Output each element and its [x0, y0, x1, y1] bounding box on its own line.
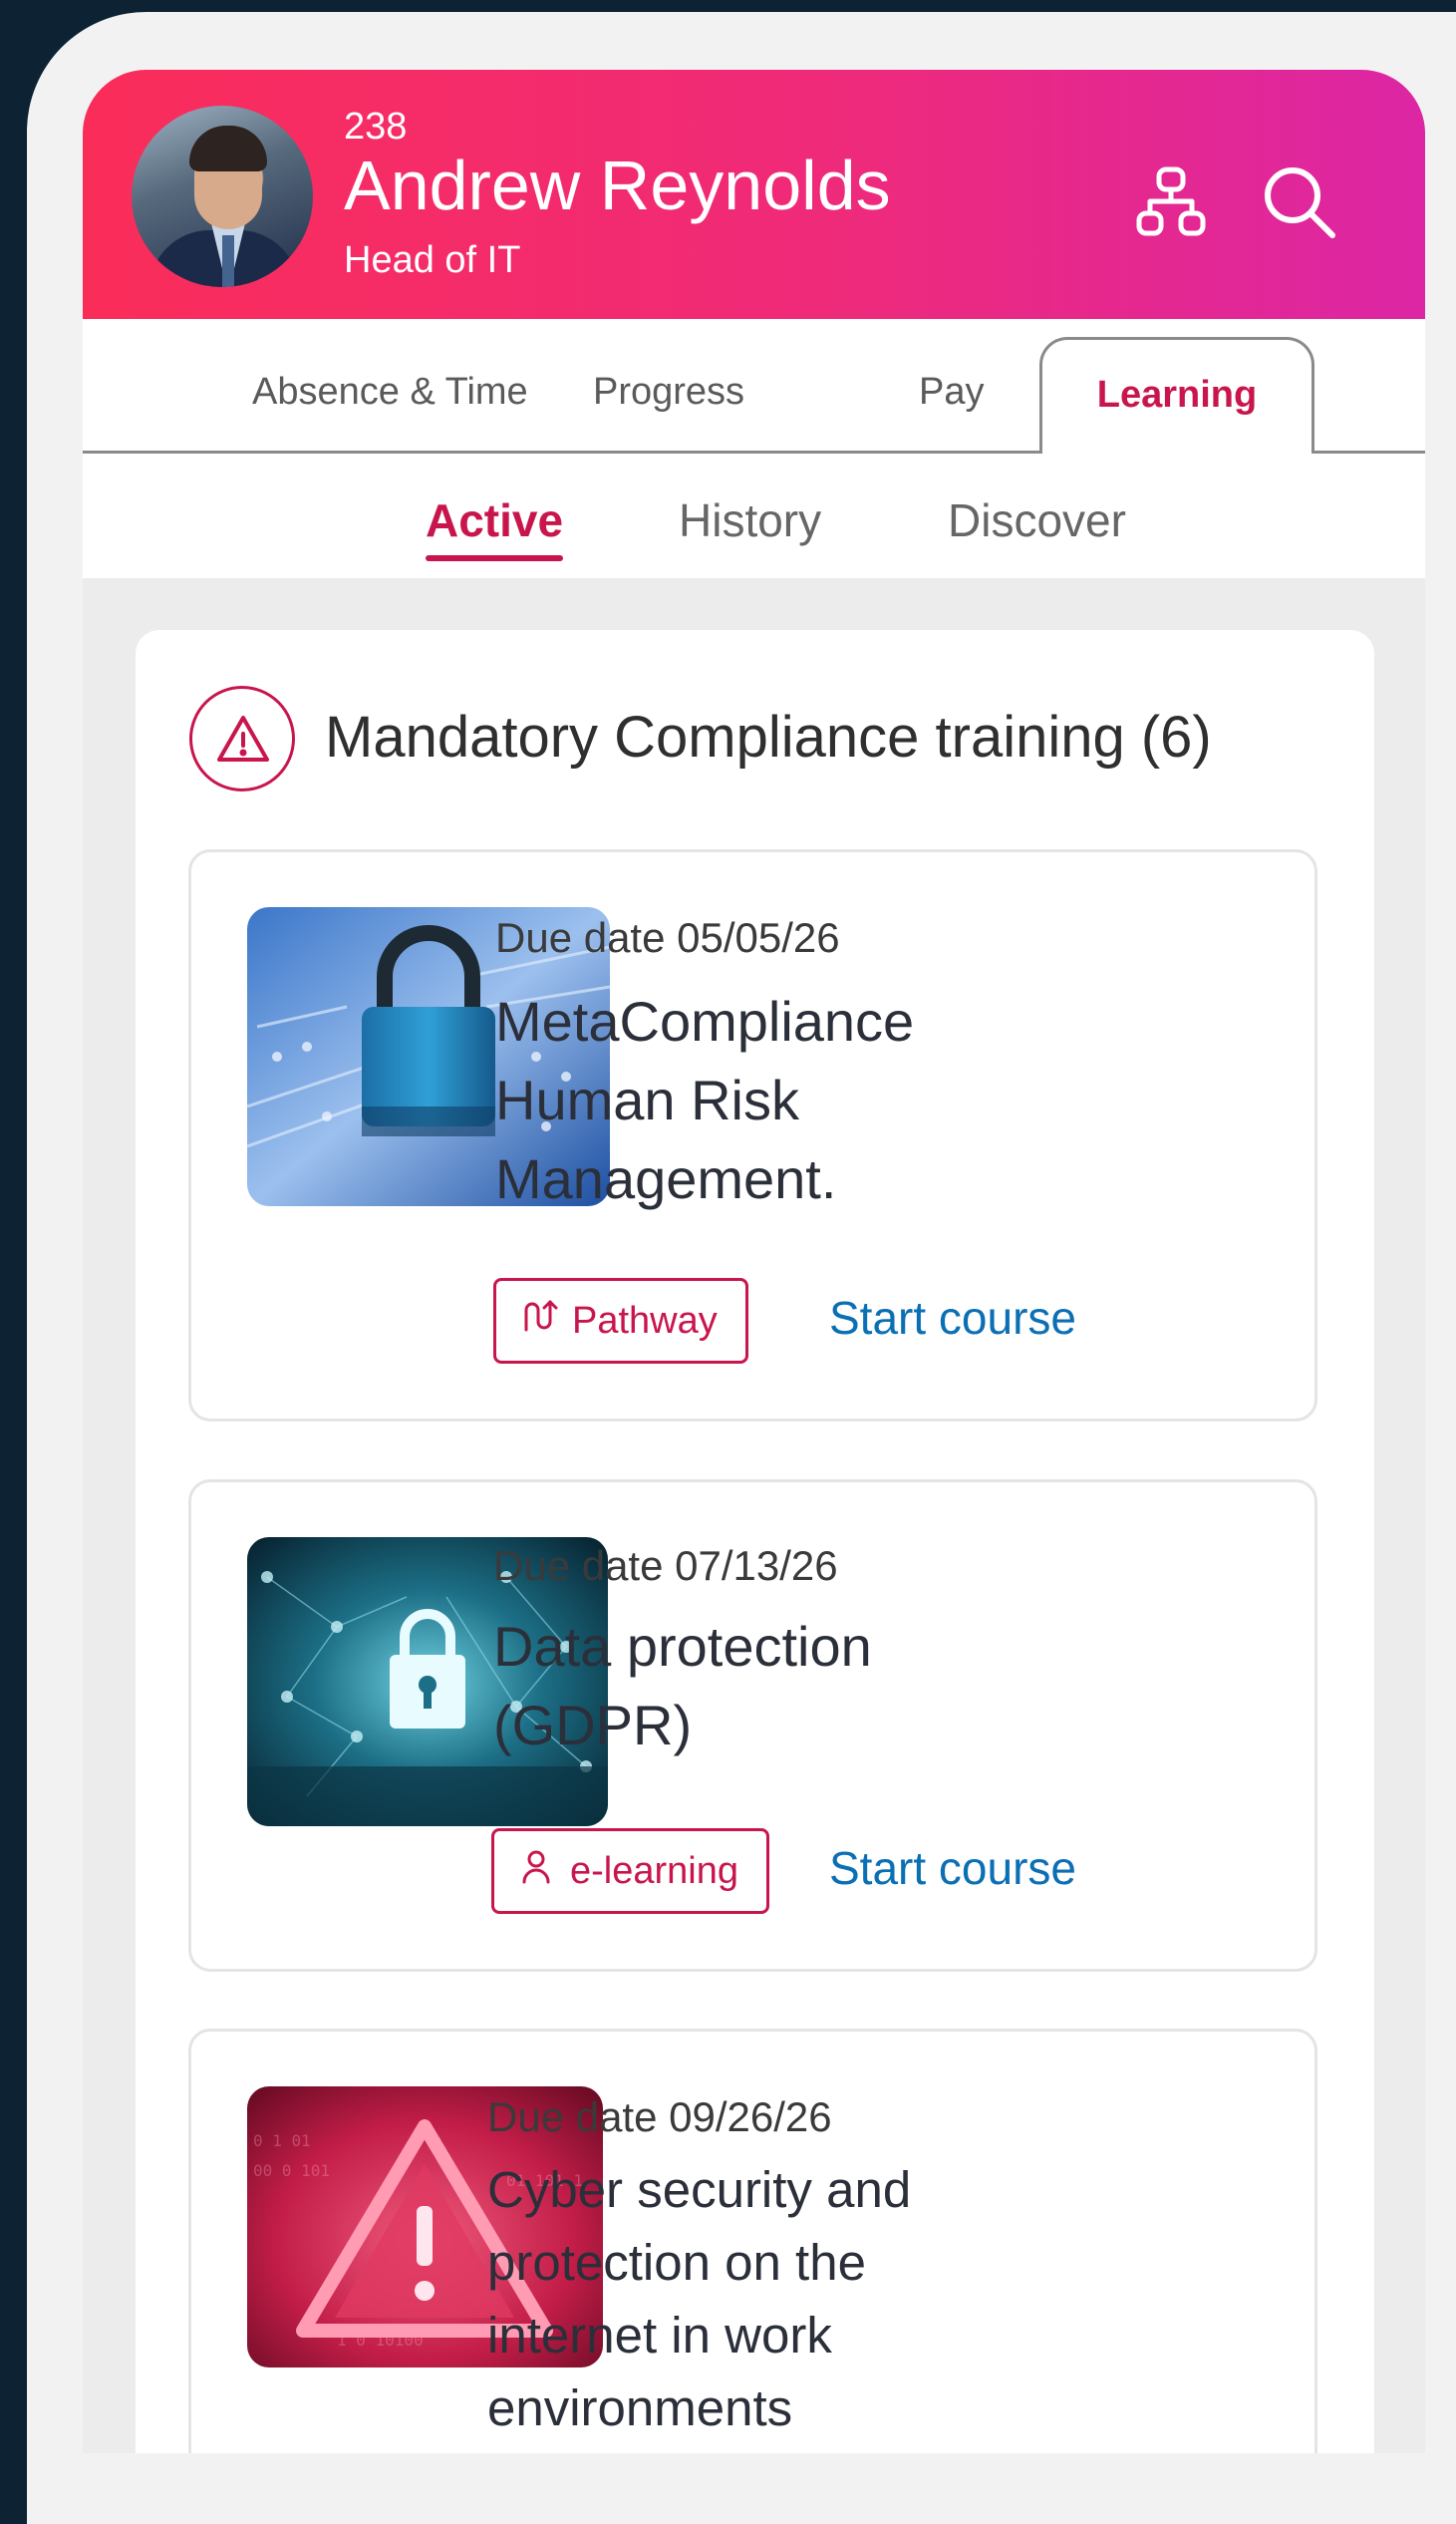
due-date: Due date 07/13/26 [493, 1542, 838, 1589]
course-item[interactable]: 0 1 01 00 0 101 01 101 11 0 10100 Due dat… [188, 2029, 1317, 2453]
tab-progress[interactable]: Progress [593, 371, 744, 414]
subtab-active[interactable]: Active [426, 493, 564, 561]
avatar[interactable] [132, 106, 313, 287]
course-title: MetaCompliance Human Risk Management. [495, 990, 915, 1210]
tab-learning[interactable]: Learning [1039, 337, 1314, 454]
compliance-card: Mandatory Compliance training (6) Due da… [136, 630, 1374, 2453]
employee-number: 238 [344, 106, 408, 148]
start-course-link[interactable]: Start course [829, 1291, 1076, 1345]
course-title: Cyber security and protection on the int… [487, 2161, 912, 2436]
course-item[interactable]: Due date 07/13/26 Data protection (GDPR)… [188, 1479, 1317, 1972]
search-icon[interactable] [1259, 161, 1338, 241]
app-screen: 238 Andrew Reynolds Head of IT Absence &… [83, 70, 1425, 2453]
subtab-discover[interactable]: Discover [948, 493, 1126, 547]
employee-role: Head of IT [344, 239, 521, 281]
course-type-badge: Pathway [493, 1278, 748, 1364]
main-tabs: Absence & Time Progress Pay Learning [83, 319, 1425, 454]
pathway-icon [518, 1296, 558, 1346]
start-course-link[interactable]: Start course [829, 1841, 1076, 1895]
course-type-badge: e-learning [491, 1828, 769, 1914]
org-chart-icon[interactable] [1131, 161, 1211, 241]
tab-absence-time[interactable]: Absence & Time [252, 371, 528, 414]
svg-text:0 1 01: 0 1 01 [253, 2131, 311, 2150]
subtab-history[interactable]: History [679, 493, 821, 547]
tab-pay[interactable]: Pay [919, 371, 984, 414]
warning-icon [189, 686, 295, 791]
due-date: Due date 09/26/26 [487, 2093, 832, 2140]
svg-text:00 0 101: 00 0 101 [253, 2161, 330, 2180]
profile-header: 238 Andrew Reynolds Head of IT [83, 70, 1425, 319]
course-item[interactable]: Due date 05/05/26 MetaCompliance Human R… [188, 849, 1317, 1421]
learning-subtabs: Active History Discover [83, 454, 1425, 578]
section-title: Mandatory Compliance training (6) [325, 705, 1212, 770]
course-title: Data protection (GDPR) [493, 1615, 872, 1756]
due-date: Due date 05/05/26 [495, 914, 840, 961]
employee-name: Andrew Reynolds [344, 147, 891, 224]
person-icon [516, 1846, 556, 1896]
